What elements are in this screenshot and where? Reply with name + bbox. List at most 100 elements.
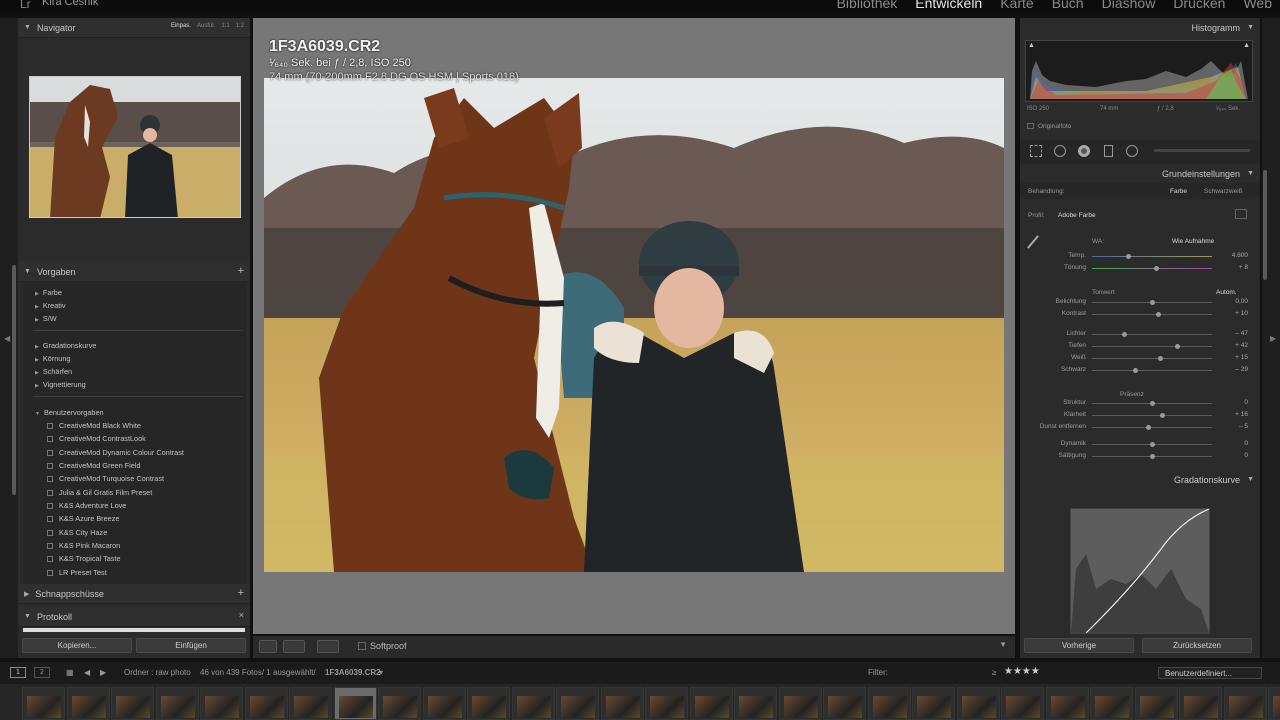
filmstrip-thumbnail[interactable] [689,687,733,720]
slider-track[interactable] [1092,300,1212,305]
preset-item[interactable]: Julia & Gil Gratis Film Preset [47,488,152,497]
slider-knob[interactable] [1133,368,1139,373]
adjustment-brush-slider[interactable] [1154,149,1250,152]
slider-knob[interactable] [1126,254,1131,259]
filmstrip-thumbnail[interactable] [556,687,599,720]
rating-operator[interactable]: ≥ [992,668,996,677]
original-checkbox[interactable] [1027,123,1034,129]
slider-track[interactable] [1092,312,1212,317]
add-preset-icon[interactable]: + [238,265,244,277]
paste-button[interactable]: Einfügen [136,638,246,653]
slider-value[interactable]: 0,00 [1222,298,1248,305]
filmstrip-thumbnail[interactable] [1045,687,1089,720]
profile-browser-icon[interactable] [1235,209,1247,219]
slider-track[interactable] [1092,332,1212,337]
preset-item[interactable]: CreativeMod Black White [47,421,141,430]
slider-track[interactable] [1092,356,1212,361]
filmstrip-thumbnail[interactable] [778,687,822,720]
filmstrip-thumbnail[interactable] [467,687,510,720]
navigator-preview[interactable] [29,76,241,218]
module-diashow[interactable]: Diashow [1102,0,1156,11]
tone-curve-header[interactable]: Gradationskurve ▼ [1020,472,1260,488]
preset-item[interactable]: K&S Tropical Taste [47,554,121,563]
slider-knob[interactable] [1153,266,1159,271]
filmstrip-thumbnail[interactable] [66,687,110,720]
previous-button[interactable]: Vorherige [1024,638,1134,653]
slider-value[interactable]: – 47 [1222,330,1248,337]
preset-folder-koernung[interactable]: ▶ Körnung [35,354,70,363]
profile-select[interactable]: Adobe Farbe [1058,212,1096,219]
slider-track[interactable] [1092,344,1212,349]
slider-track[interactable] [1092,368,1212,373]
shadow-clipping-icon[interactable]: ▲ [1028,42,1035,49]
preset-folder-benutzervorgaben[interactable]: ▼ Benutzervorgaben [35,408,104,417]
history-item[interactable] [23,628,245,632]
slider-value[interactable]: + 15 [1222,354,1248,361]
preset-item[interactable]: CreativeMod Green Field [47,461,141,470]
module-buch[interactable]: Buch [1052,0,1084,11]
filmstrip-thumbnail[interactable] [511,687,555,720]
preset-item[interactable]: CreativeMod ContrastLook [47,434,146,443]
module-drucken[interactable]: Drucken [1173,0,1225,11]
filmstrip-thumbnail[interactable] [200,687,243,720]
slider-value[interactable]: 0 [1222,399,1248,406]
slider-knob[interactable] [1122,332,1128,337]
view-1-button[interactable]: 1 [10,667,26,678]
eyedropper-icon[interactable] [1027,235,1039,249]
slider-track[interactable] [1092,425,1212,430]
wb-select[interactable]: Wie Aufnahme [1172,238,1214,245]
softproof-checkbox[interactable] [358,642,366,650]
preset-item[interactable]: K&S Azure Breeze [47,514,119,523]
navigator-header[interactable]: ▼ Navigator Einpas. Ausfül. 1:1 1:2 [18,18,250,38]
back-arrow-icon[interactable]: ◀ [84,668,90,677]
slider-track[interactable] [1092,266,1212,271]
slider-value[interactable]: – 5 [1222,423,1248,430]
snapshots-header[interactable]: ▶ Schnappschüsse [18,584,250,604]
copy-button[interactable]: Kopieren... [22,638,132,653]
view-2-button[interactable]: 2 [34,667,50,678]
source-path[interactable]: Ordner : raw photo [124,668,191,677]
filmstrip-thumbnail[interactable] [734,687,777,720]
right-collapse-icon[interactable]: ▶ [1270,334,1276,343]
left-collapse-icon[interactable]: ◀ [4,334,10,343]
left-scrollbar[interactable] [12,265,16,495]
filmstrip-thumbnail[interactable] [867,687,911,720]
filmstrip-thumbnail[interactable] [823,687,866,720]
red-eye-icon[interactable] [1078,145,1090,157]
custom-filter-select[interactable]: Benutzerdefiniert... [1158,667,1262,679]
presets-header[interactable]: ▼ Vorgaben [18,262,250,282]
histogram-header[interactable]: Histogramm ▼ [1020,20,1260,36]
preset-item[interactable]: K&S Adventure Love [47,501,126,510]
graduated-filter-icon[interactable] [1104,145,1113,157]
selected-file-chevron-icon[interactable]: ▾ [379,668,383,677]
filmstrip-thumbnail[interactable] [289,687,332,720]
module-bibliothek[interactable]: Bibliothek [837,0,898,11]
filmstrip-thumbnail[interactable] [600,687,644,720]
slider-knob[interactable] [1158,356,1164,361]
slider-knob[interactable] [1146,425,1152,430]
clear-history-icon[interactable]: × [239,610,244,620]
slider-value[interactable]: + 42 [1222,342,1248,349]
grid-icon[interactable]: ▦ [66,668,74,677]
filmstrip-thumbnail[interactable] [333,687,377,720]
filmstrip-thumbnail[interactable] [378,687,421,720]
preset-item[interactable]: K&S City Haze [47,528,107,537]
slider-value[interactable]: + 8 [1222,264,1248,271]
filmstrip-thumbnail[interactable] [422,687,466,720]
filmstrip-thumbnail[interactable] [244,687,288,720]
slider-value[interactable]: + 10 [1222,310,1248,317]
before-after-button[interactable] [283,640,305,653]
slider-track[interactable] [1092,454,1212,459]
preset-folder-schaerfen[interactable]: ▶ Schärfen [35,367,72,376]
loupe-view-button[interactable] [259,640,277,653]
slider-value[interactable]: 0 [1222,452,1248,459]
zoom-fit[interactable]: Einpas. [171,23,191,29]
filmstrip-thumbnail[interactable] [1134,687,1178,720]
filmstrip-thumbnail[interactable] [1268,687,1280,720]
rating-stars[interactable]: ★★★★ [1004,666,1040,677]
treatment-color-button[interactable]: Farbe [1170,188,1187,195]
preset-item[interactable]: LR Preset Test [47,568,107,577]
slider-knob[interactable] [1150,442,1155,447]
photo-preview[interactable] [264,78,1004,572]
zoom-1-1[interactable]: 1:1 [221,23,229,29]
